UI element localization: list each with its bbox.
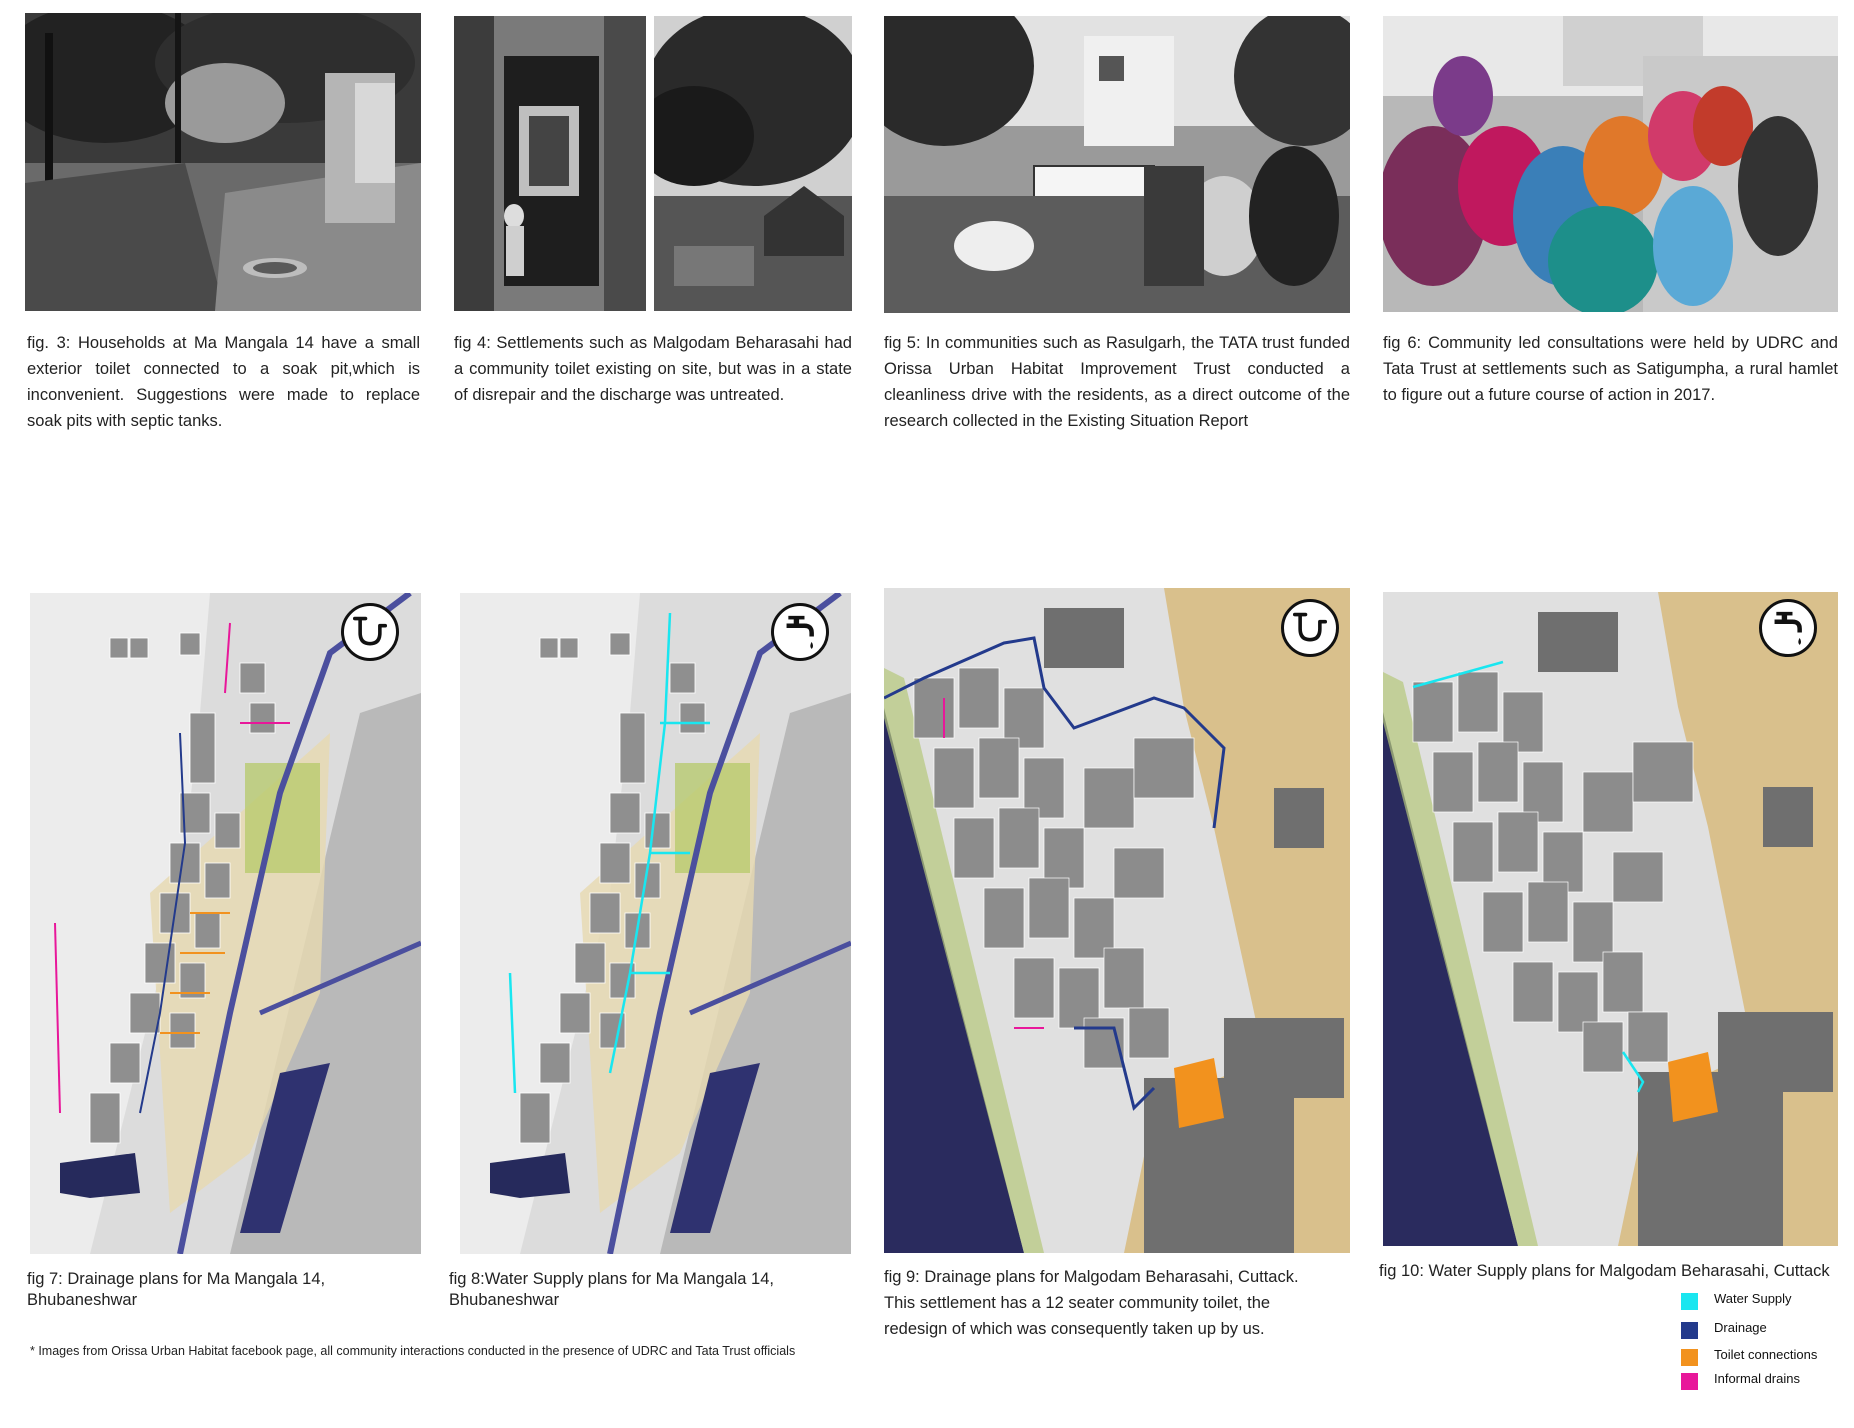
fig4-photo-right [654,16,852,311]
fig3-caption: fig. 3: Households at Ma Mangala 14 have… [27,334,420,430]
water-tap-icon [1759,599,1817,657]
fig6-photo [1383,16,1838,312]
legend-item-drainage: Drainage [1681,1319,1841,1339]
legend-item-informal-drains: Informal drains [1681,1370,1841,1390]
fig4-caption: fig 4: Settlements such as Malgodam Beha… [454,334,852,404]
legend-item-water-supply: Water Supply [1681,1290,1841,1310]
informal-drains-swatch [1681,1373,1698,1390]
toilet-connections-swatch [1681,1349,1698,1366]
water-tap-icon [771,603,829,661]
fig10-water-supply-plan [1383,592,1838,1246]
fig8-water-supply-plan [460,593,851,1254]
drain-pipe-icon [341,603,399,661]
drainage-swatch [1681,1322,1698,1339]
fig3-photo [25,13,421,311]
fig9-drainage-plan [884,588,1350,1253]
water-supply-swatch [1681,1293,1698,1310]
legend-label: Informal drains [1714,1371,1800,1386]
fig9-caption: fig 9: Drainage plans for Malgodam Behar… [884,1268,1299,1338]
fig4-photo-left [454,16,646,311]
legend-label: Toilet connections [1714,1347,1818,1362]
legend-item-toilet-connections: Toilet connections [1681,1346,1841,1366]
fig7-caption: fig 7: Drainage plans for Ma Mangala 14,… [27,1270,326,1309]
fig10-caption: fig 10: Water Supply plans for Malgodam … [1379,1262,1830,1280]
fig5-caption: fig 5: In communities such as Rasulgarh,… [884,334,1350,430]
drain-pipe-icon [1281,599,1339,657]
legend-label: Water Supply [1714,1291,1792,1306]
fig8-caption: fig 8:Water Supply plans for Ma Mangala … [449,1270,774,1309]
fig7-drainage-plan [30,593,421,1254]
fig5-photo [884,16,1350,313]
fig6-caption: fig 6: Community led consultations were … [1383,334,1838,404]
legend-label: Drainage [1714,1320,1767,1335]
image-source-footnote: * Images from Orissa Urban Habitat faceb… [30,1344,796,1358]
